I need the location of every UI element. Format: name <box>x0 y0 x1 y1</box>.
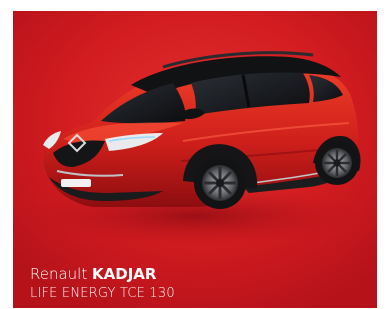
product-caption[interactable]: Renault KADJAR LIFE ENERGY TCE 130 <box>30 265 370 303</box>
trim-name: LIFE ENERGY TCE 130 <box>30 286 175 301</box>
car-image[interactable] <box>13 11 377 308</box>
product-card[interactable]: Renault KADJAR LIFE ENERGY TCE 130 <box>13 11 377 308</box>
model-name: KADJAR <box>92 265 157 283</box>
product-title: Renault KADJAR <box>30 265 370 284</box>
brand-name: Renault <box>30 265 88 283</box>
